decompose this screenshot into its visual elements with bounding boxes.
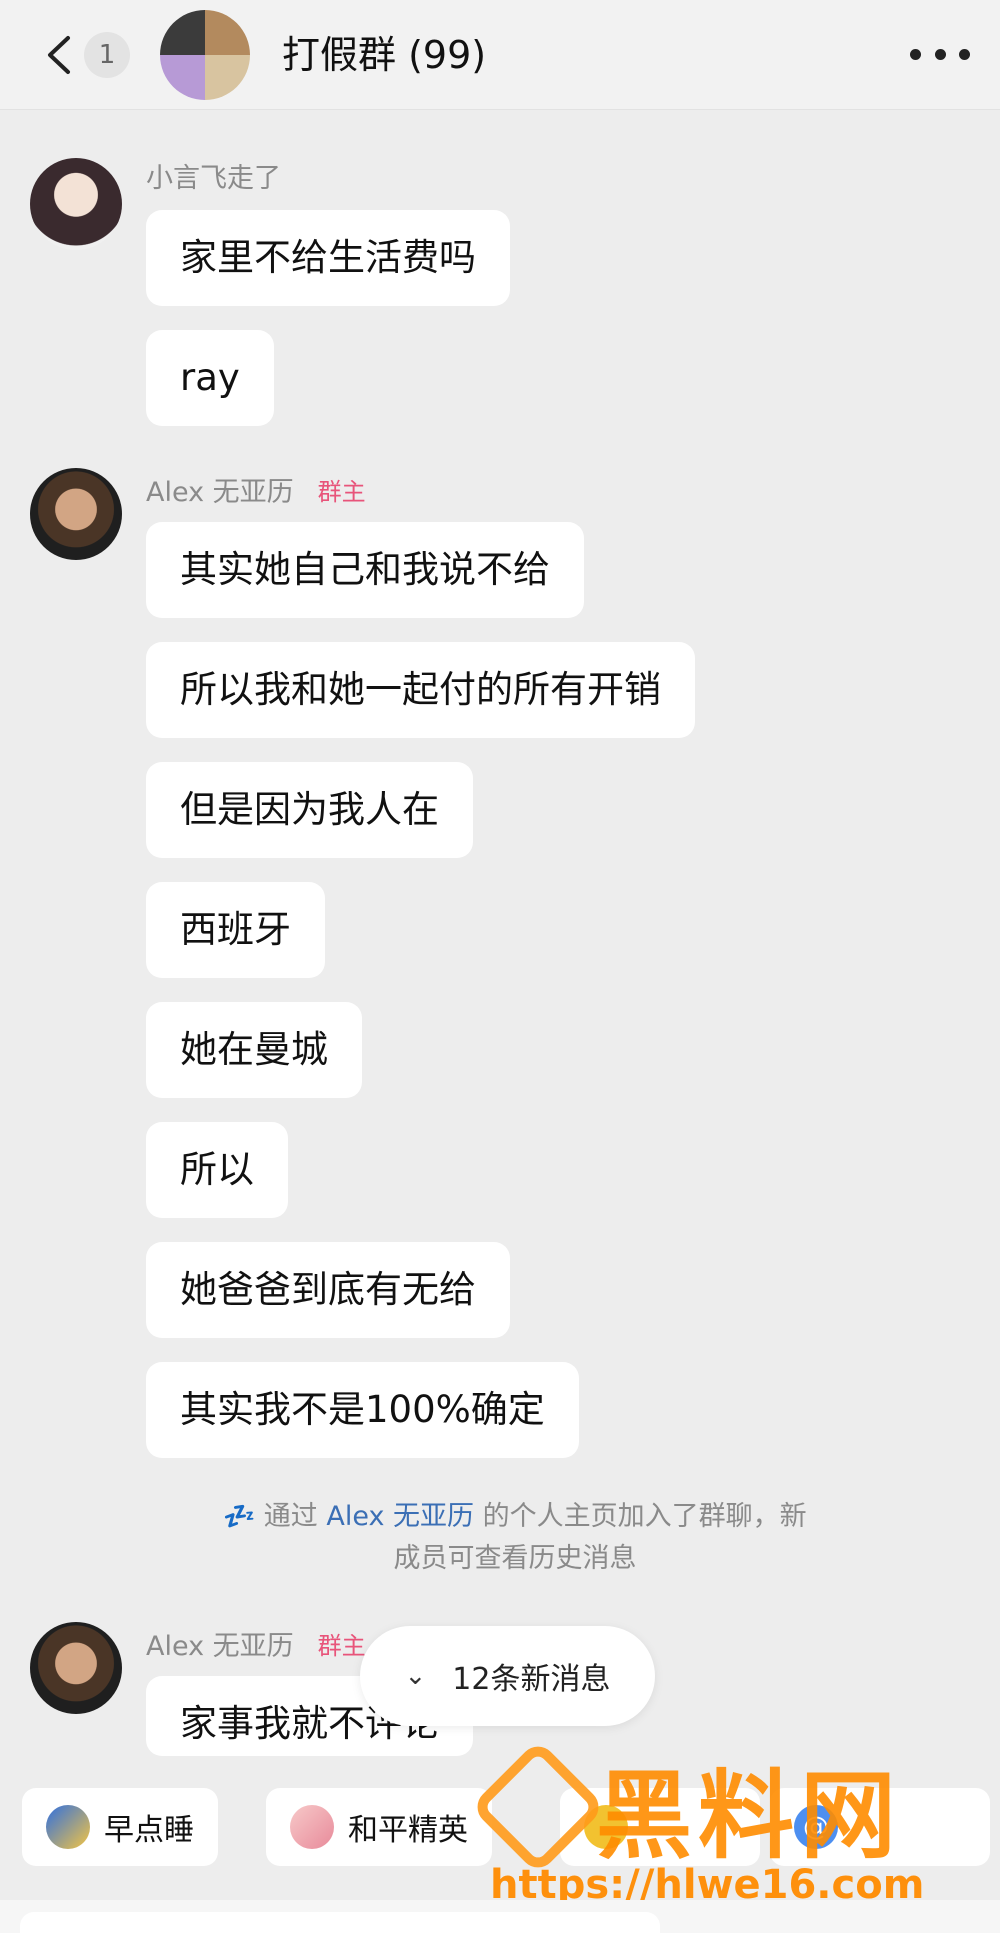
character-icon: [290, 1805, 334, 1849]
message-bubble[interactable]: 所以: [146, 1122, 288, 1218]
watermark-logo: 黑料网: [470, 1739, 990, 1875]
back-button[interactable]: [40, 30, 80, 80]
message-bubble[interactable]: ray: [146, 330, 274, 426]
message-bubble[interactable]: 但是因为我人在: [146, 762, 473, 858]
message-input[interactable]: [20, 1912, 660, 1933]
moon-icon: [46, 1805, 90, 1849]
message-bubble[interactable]: 其实她自己和我说不给: [146, 522, 584, 618]
new-messages-button[interactable]: ⌄ 12条新消息: [360, 1626, 655, 1726]
message-bubble[interactable]: 其实我不是100%确定: [146, 1362, 579, 1458]
avatar-alex[interactable]: [30, 1622, 122, 1714]
group-title[interactable]: 打假群 (99): [282, 28, 486, 82]
message-bubble[interactable]: 所以我和她一起付的所有开销: [146, 642, 695, 738]
member-link[interactable]: Alex 无亚历: [326, 1501, 474, 1532]
owner-badge: 群主: [317, 478, 366, 506]
message-bubble[interactable]: 她在曼城: [146, 1002, 362, 1098]
watermark-emblem-icon: [470, 1739, 606, 1875]
chevron-left-icon: [48, 36, 70, 74]
avatar-xiaoyan[interactable]: [30, 158, 122, 250]
chip-sleep[interactable]: 早点睡: [22, 1788, 218, 1866]
sender-name: Alex 无亚历 群主: [146, 470, 366, 509]
sender-name: Alex 无亚历 群主: [146, 1624, 366, 1663]
join-icon: 💤: [223, 1502, 256, 1532]
message-bubble[interactable]: 西班牙: [146, 882, 325, 978]
sender-name: 小言飞走了: [146, 163, 281, 194]
input-bar: [0, 1900, 1000, 1933]
chip-pubg[interactable]: 和平精英: [266, 1788, 492, 1866]
double-chevron-down-icon: ⌄: [404, 1661, 427, 1691]
system-message: 💤 通过 Alex 无亚历 的个人主页加入了群聊，新 成员可查看历史消息: [223, 1501, 807, 1574]
more-horizontal-icon: [910, 48, 921, 60]
message-bubble[interactable]: 她爸爸到底有无给: [146, 1242, 510, 1338]
owner-badge: 群主: [317, 1632, 366, 1660]
chat-header: 1 打假群 (99): [0, 0, 1000, 110]
more-button[interactable]: [910, 36, 970, 72]
group-avatar[interactable]: [160, 10, 250, 100]
unread-count-badge[interactable]: 1: [84, 32, 130, 78]
avatar-alex[interactable]: [30, 468, 122, 560]
message-bubble[interactable]: 家里不给生活费吗: [146, 210, 510, 306]
